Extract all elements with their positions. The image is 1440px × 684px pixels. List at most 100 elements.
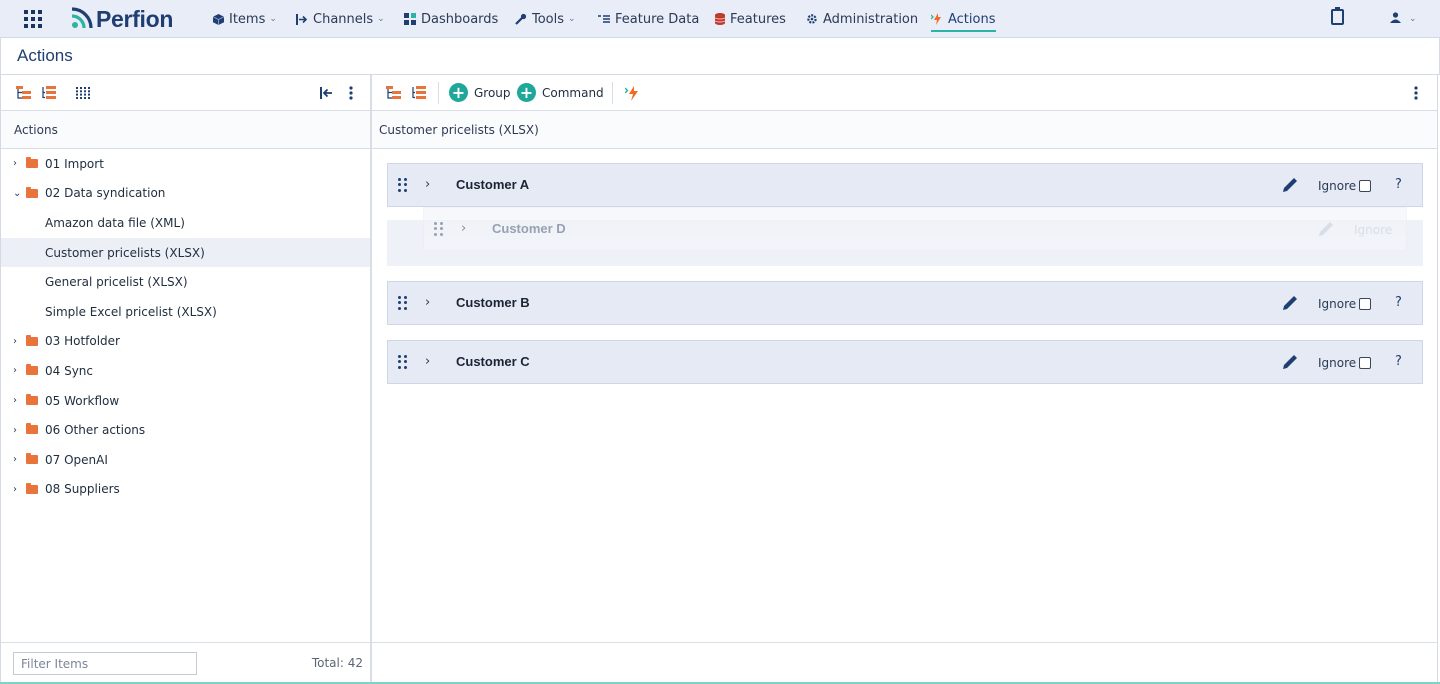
plus-circle-icon: + bbox=[517, 83, 536, 102]
ignore-checkbox[interactable] bbox=[1359, 357, 1372, 369]
ignore-label: Ignore bbox=[1318, 179, 1357, 193]
nav-administration[interactable]: Administration bbox=[806, 0, 918, 38]
page-header: Actions bbox=[0, 38, 1440, 75]
more-options-icon[interactable] bbox=[343, 85, 359, 101]
tree-item-label: 02 Data syndication bbox=[45, 186, 166, 201]
more-options-icon[interactable] bbox=[1408, 85, 1424, 101]
edit-pencil-icon[interactable] bbox=[1281, 176, 1299, 194]
folder-icon bbox=[26, 482, 38, 494]
help-icon[interactable]: ? bbox=[1395, 354, 1402, 369]
chevron-right-icon[interactable]: › bbox=[13, 365, 17, 376]
toolbar-divider bbox=[438, 82, 439, 104]
nav-administration-label: Administration bbox=[823, 11, 919, 27]
top-navigation: Perfion Items ⌄ Channels ⌄ Dashboards To… bbox=[0, 0, 1440, 38]
tree-item-customer-pricelists[interactable]: Customer pricelists (XLSX) bbox=[1, 237, 370, 268]
group-card-customer-a[interactable]: › Customer A Ignore ? bbox=[387, 163, 1423, 207]
chevron-down-icon: ⌄ bbox=[269, 14, 277, 24]
run-action-icon[interactable] bbox=[624, 85, 640, 101]
lightning-icon bbox=[931, 13, 943, 25]
ignore-checkbox[interactable] bbox=[1359, 298, 1372, 310]
chevron-right-icon[interactable]: › bbox=[425, 295, 430, 310]
expand-tree-icon[interactable] bbox=[15, 85, 31, 101]
chevron-right-icon[interactable]: › bbox=[13, 395, 17, 406]
dragging-group-customer-d[interactable]: › Customer D Ignore bbox=[423, 207, 1407, 251]
drag-handle-icon[interactable] bbox=[398, 296, 408, 310]
chevron-right-icon[interactable]: › bbox=[13, 425, 17, 436]
edit-pencil-icon[interactable] bbox=[1281, 353, 1299, 371]
chevron-down-icon[interactable]: ⌄ bbox=[13, 188, 21, 199]
ignore-toggle[interactable]: Ignore bbox=[1318, 356, 1372, 370]
chevron-right-icon[interactable]: › bbox=[13, 454, 17, 465]
chevron-right-icon[interactable]: › bbox=[13, 484, 17, 495]
edit-pencil-icon[interactable] bbox=[1281, 294, 1299, 312]
help-icon[interactable]: ? bbox=[1395, 295, 1402, 310]
app-launcher-icon[interactable] bbox=[24, 10, 42, 28]
drag-handle-icon[interactable] bbox=[398, 178, 408, 192]
user-icon bbox=[1390, 12, 1401, 26]
add-command-button[interactable]: + Command bbox=[517, 83, 604, 102]
ignore-checkbox[interactable] bbox=[1359, 180, 1372, 192]
tree-item-label: 01 Import bbox=[45, 156, 104, 171]
group-name: Customer C bbox=[456, 354, 530, 369]
nav-channels[interactable]: Channels ⌄ bbox=[296, 0, 385, 38]
chevron-right-icon: › bbox=[461, 221, 467, 236]
chevron-down-icon: ⌄ bbox=[568, 14, 576, 24]
nav-dashboards[interactable]: Dashboards bbox=[404, 0, 498, 38]
help-icon[interactable]: ? bbox=[1395, 177, 1402, 192]
tree-folder-05-workflow[interactable]: › 05 Workflow bbox=[1, 386, 370, 416]
tree-folder-04-sync[interactable]: › 04 Sync bbox=[1, 356, 370, 386]
tree-toolbar bbox=[1, 75, 370, 111]
chevron-right-icon[interactable]: › bbox=[13, 158, 17, 169]
tree-folder-02-data-syndication[interactable]: ⌄ 02 Data syndication bbox=[1, 179, 370, 209]
chevron-right-icon[interactable]: › bbox=[13, 336, 17, 347]
folder-icon bbox=[26, 393, 38, 405]
add-group-button[interactable]: + Group bbox=[449, 83, 511, 102]
collapse-panel-icon[interactable] bbox=[318, 85, 334, 101]
tree-item-amazon-data-file[interactable]: Amazon data file (XML) bbox=[1, 208, 370, 238]
nav-items[interactable]: Items ⌄ bbox=[213, 0, 277, 38]
ignore-toggle[interactable]: Ignore bbox=[1318, 179, 1372, 193]
user-menu[interactable]: ⌄ bbox=[1390, 12, 1417, 26]
tree-item-label: 07 OpenAI bbox=[45, 452, 108, 467]
ignore-label: Ignore bbox=[1318, 297, 1357, 311]
nav-actions-label: Actions bbox=[948, 11, 996, 27]
chevron-down-icon: ⌄ bbox=[1409, 14, 1417, 24]
grid-icon bbox=[404, 13, 416, 25]
drag-handle-icon[interactable] bbox=[398, 355, 408, 369]
tree-item-label: 04 Sync bbox=[45, 363, 94, 378]
collapse-tree-icon[interactable] bbox=[41, 85, 57, 101]
group-card-customer-c[interactable]: › Customer C Ignore ? bbox=[387, 340, 1423, 384]
filter-items-input[interactable] bbox=[13, 652, 197, 675]
folder-icon bbox=[26, 334, 38, 346]
chevron-right-icon[interactable]: › bbox=[425, 354, 430, 369]
plus-circle-icon: + bbox=[449, 83, 468, 102]
nav-feature-data-label: Feature Data bbox=[615, 11, 700, 27]
folder-icon bbox=[26, 186, 38, 198]
nav-tools[interactable]: Tools ⌄ bbox=[515, 0, 576, 38]
expand-all-icon[interactable] bbox=[385, 85, 401, 101]
tree-folder-07-openai[interactable]: › 07 OpenAI bbox=[1, 445, 370, 475]
nav-dashboards-label: Dashboards bbox=[421, 11, 499, 27]
collapse-all-icon[interactable] bbox=[411, 85, 427, 101]
nav-features[interactable]: Features bbox=[715, 0, 786, 38]
chevron-right-icon[interactable]: › bbox=[425, 177, 430, 192]
tree-item-label: General pricelist (XLSX) bbox=[45, 275, 188, 290]
tree-item-simple-excel-pricelist[interactable]: Simple Excel pricelist (XLSX) bbox=[1, 297, 370, 327]
tree-folder-06-other-actions[interactable]: › 06 Other actions bbox=[1, 415, 370, 445]
tree-folder-08-suppliers[interactable]: › 08 Suppliers bbox=[1, 475, 370, 505]
tree-folder-01-import[interactable]: › 01 Import bbox=[1, 149, 370, 179]
action-editor-panel: + Group + Command Customer pricelists (X… bbox=[372, 75, 1438, 682]
nav-feature-data[interactable]: Feature Data bbox=[598, 0, 699, 38]
tree-item-general-pricelist[interactable]: General pricelist (XLSX) bbox=[1, 267, 370, 297]
nav-actions[interactable]: Actions bbox=[931, 0, 996, 38]
clipboard-icon[interactable] bbox=[1331, 7, 1344, 25]
group-card-customer-b[interactable]: › Customer B Ignore ? bbox=[387, 281, 1423, 325]
perfion-logo[interactable]: Perfion bbox=[68, 6, 173, 32]
drag-handle-icon[interactable] bbox=[434, 222, 444, 236]
nav-channels-label: Channels bbox=[313, 11, 374, 27]
columns-view-icon[interactable] bbox=[75, 85, 91, 101]
ignore-toggle[interactable]: Ignore bbox=[1318, 297, 1372, 311]
tree-item-label: 05 Workflow bbox=[45, 393, 120, 408]
editor-footer bbox=[372, 642, 1438, 682]
tree-folder-03-hotfolder[interactable]: › 03 Hotfolder bbox=[1, 327, 370, 357]
